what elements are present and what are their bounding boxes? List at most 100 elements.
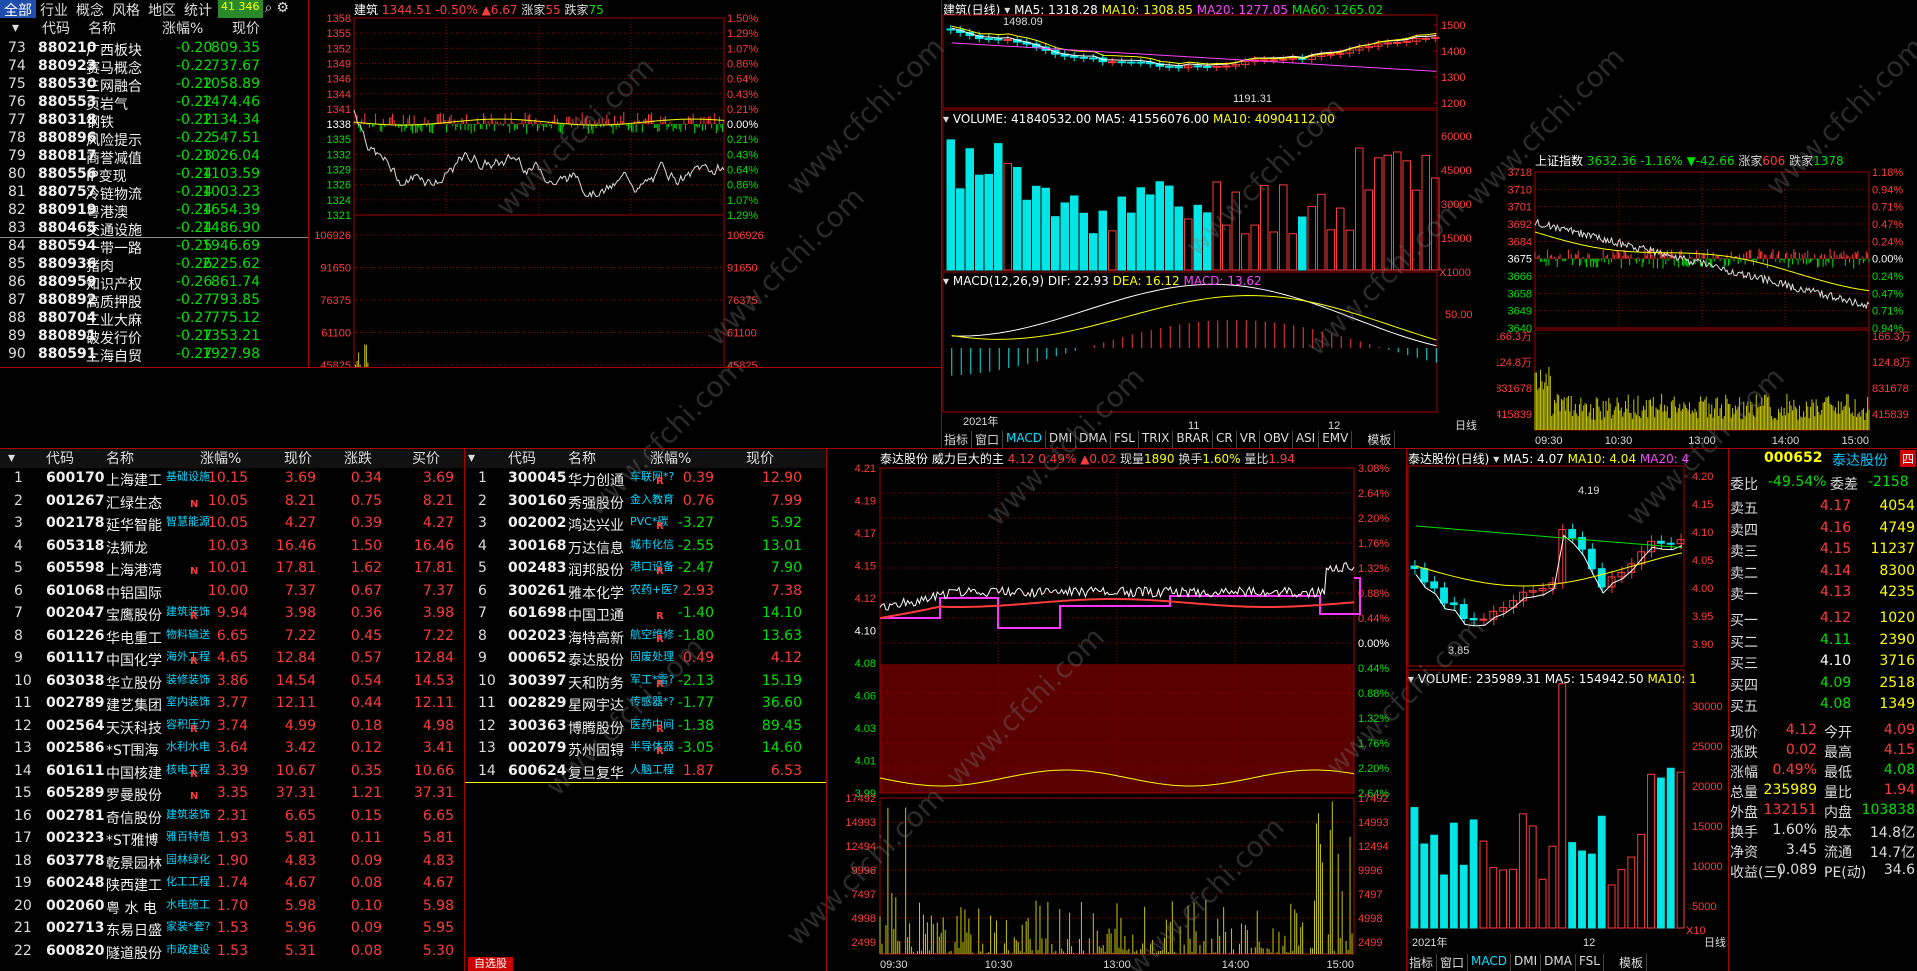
toolbar-item-dmi[interactable]: DMI xyxy=(1511,954,1542,971)
toolbar-item-brar[interactable]: BRAR xyxy=(1173,431,1214,448)
bid-level[interactable]: 买五 4.08 1349 xyxy=(1728,694,1917,716)
table-row[interactable]: 10 300397 天和防务 军工*雷? R -2.13 15.19 xyxy=(464,671,826,693)
table-row[interactable]: 22 600820 隧道股份 市政建设 1.53 5.31 0.08 5.30 xyxy=(0,941,464,963)
table-row[interactable]: 2 001267 汇绿生态 N 10.05 8.21 0.75 8.21 xyxy=(0,491,464,513)
table-row[interactable]: 77 880318 钢铁 -0.22 1134.34 xyxy=(0,112,308,131)
col-code[interactable]: 代码 xyxy=(42,18,70,38)
toolbar-item-dma[interactable]: DMA xyxy=(1541,954,1576,971)
table-row[interactable]: 87 880892 高质押股 -0.27 793.85 xyxy=(0,292,308,311)
table-row[interactable]: 18 603778 乾景园林 园林绿化 1.90 4.83 0.09 4.83 xyxy=(0,851,464,873)
ask-level[interactable]: 卖五 4.17 4054 xyxy=(1728,496,1917,518)
toolbar-item-dmi[interactable]: DMI xyxy=(1046,431,1077,448)
toolbar-item-窗口[interactable]: 窗口 xyxy=(1437,954,1469,971)
table-row[interactable]: 80 880556 IP变现 -0.24 1103.59 xyxy=(0,166,308,185)
tab-stats[interactable]: 统计 xyxy=(180,0,216,19)
tab-style[interactable]: 风格 xyxy=(108,0,144,19)
table-row[interactable]: 73 880210 广西板块 -0.20 809.35 xyxy=(0,40,308,59)
bid-level[interactable]: 买一 4.12 1020 xyxy=(1728,608,1917,630)
table-row[interactable]: 15 605289 罗曼股份 N 3.35 37.31 1.21 37.31 xyxy=(0,783,464,805)
ask-level[interactable]: 卖三 4.15 11237 xyxy=(1728,539,1917,561)
table-row[interactable]: 9 000652 泰达股份 固废处理 0.49 4.12 xyxy=(464,648,826,670)
table-row[interactable]: 4 300168 万达信息 城市化信 -2.55 13.01 xyxy=(464,536,826,558)
toolbar-item-emv[interactable]: EMV xyxy=(1319,431,1353,448)
gear-icon[interactable]: ⚙ xyxy=(274,0,291,18)
tab-all[interactable]: 全部 xyxy=(0,0,36,19)
col-code[interactable]: 代码 xyxy=(508,448,536,468)
tab-region[interactable]: 地区 xyxy=(144,0,180,19)
table-row[interactable]: 8 002023 海特高新 航空维修 R -1.80 13.63 xyxy=(464,626,826,648)
table-row[interactable]: 13 002079 苏州固锝 半导体器 R -3.05 14.60 xyxy=(464,738,826,760)
table-row[interactable]: 90 880591 上海自贸 -0.27 1927.98 xyxy=(0,346,308,365)
table-row[interactable]: 12 002564 天沃科技 容积压力 R 3.74 4.99 0.18 4.98 xyxy=(0,716,464,738)
sort-arrow-icon[interactable]: ▾ xyxy=(468,450,475,466)
chevron-down-icon[interactable]: ▾ xyxy=(1408,672,1414,686)
col-name[interactable]: 名称 xyxy=(106,448,134,468)
col-diff[interactable]: 涨跌 xyxy=(344,448,372,468)
table-row[interactable]: 4 605318 法狮龙 10.03 16.46 1.50 16.46 xyxy=(0,536,464,558)
table-row[interactable]: 9 601117 中国化学 海外工程 R 4.65 12.84 0.57 12.84 xyxy=(0,648,464,670)
bid-level[interactable]: 买四 4.09 2518 xyxy=(1728,673,1917,695)
col-price[interactable]: 现价 xyxy=(284,448,312,468)
sector-intraday-chart[interactable]: 建筑 1344.51 -0.50% ▲6.67 涨家55 跌家75 1358 13… xyxy=(309,0,769,367)
ask-level[interactable]: 卖二 4.14 8300 xyxy=(1728,561,1917,583)
table-row[interactable]: 5 605598 上海港湾 N 10.01 17.81 1.62 17.81 xyxy=(0,558,464,580)
col-chg[interactable]: 涨幅% xyxy=(200,448,241,468)
table-row[interactable]: 10 603038 华立股份 装修装饰 3.86 14.54 0.54 14.53 xyxy=(0,671,464,693)
table-row[interactable]: 21 002713 东易日盛 家装*套? 1.53 5.96 0.09 5.95 xyxy=(0,918,464,940)
table-row[interactable]: 20 002060 粤 水 电水电施工 1.70 5.98 0.10 5.98 xyxy=(0,896,464,918)
toolbar-item-macd[interactable]: MACD xyxy=(1468,954,1512,971)
index-chart[interactable]: 上证指数 3632.36 -1.16% ▼-42.66 涨家606 跌家1378… xyxy=(1497,150,1917,448)
chevron-down-icon[interactable]: ▾ xyxy=(943,112,949,126)
table-row[interactable]: 16 002781 奇信股份 建筑装饰 2.31 6.65 0.15 6.65 xyxy=(0,806,464,828)
sector-daily-chart[interactable]: 建筑(日线) ▾ MA5: 1318.28 MA10: 1308.85 MA20… xyxy=(941,0,1497,448)
ask-level[interactable]: 卖四 4.16 4749 xyxy=(1728,518,1917,540)
table-row[interactable]: 78 880896 风险提示 -0.22 547.51 xyxy=(0,130,308,149)
toolbar-item-dma[interactable]: DMA xyxy=(1076,431,1111,448)
table-row[interactable]: 11 002789 建艺集团 室内装饰 3.77 12.11 0.44 12.11 xyxy=(0,693,464,715)
bid-level[interactable]: 买三 4.10 3716 xyxy=(1728,651,1917,673)
tab-industry[interactable]: 行业 xyxy=(36,0,72,19)
toolbar-item-obv[interactable]: OBV xyxy=(1260,431,1293,448)
table-row[interactable]: 5 002483 润邦股份 港口设备 R -2.47 7.90 xyxy=(464,558,826,580)
table-row[interactable]: 3 002178 延华智能 智慧能源 10.05 4.27 0.39 4.27 xyxy=(0,513,464,535)
chevron-down-icon[interactable]: ▾ xyxy=(943,274,949,288)
col-price[interactable]: 现价 xyxy=(746,448,774,468)
toolbar-item-fsl[interactable]: FSL xyxy=(1576,954,1604,971)
toolbar-template[interactable]: 模板 xyxy=(1616,954,1647,971)
toolbar-item-asi[interactable]: ASI xyxy=(1293,431,1320,448)
table-row[interactable]: 75 880530 三网融合 -0.22 1058.89 xyxy=(0,76,308,95)
table-row[interactable]: 84 880594 一带一路 -0.25 1946.69 xyxy=(0,238,308,257)
table-row[interactable]: 7 601698 中国卫通 R -1.40 14.10 xyxy=(464,603,826,625)
col-name[interactable]: 名称 xyxy=(568,448,596,468)
table-row[interactable]: 74 880923 赛马概念 -0.22 737.67 xyxy=(0,58,308,77)
table-row[interactable]: 6 300261 雅本化学 农药+医? 2.93 7.38 xyxy=(464,581,826,603)
toolbar-item-fsl[interactable]: FSL xyxy=(1111,431,1139,448)
table-row[interactable]: 83 880465 交通设施 -0.24 1486.90 xyxy=(0,220,308,239)
table-row[interactable]: 3 002002 鸿达兴业 PVC*碳 R -3.27 5.92 xyxy=(464,513,826,535)
toolbar-item-指标[interactable]: 指标 xyxy=(941,431,973,448)
table-row[interactable]: 81 880757 冷链物流 -0.24 1003.23 xyxy=(0,184,308,203)
table-row[interactable]: 2 300160 秀强股份 金入教育 0.76 7.99 xyxy=(464,491,826,513)
table-row[interactable]: 8 601226 华电重工 物料输送 6.65 7.22 0.45 7.22 xyxy=(0,626,464,648)
toolbar-item-窗口[interactable]: 窗口 xyxy=(972,431,1004,448)
col-bid[interactable]: 买价 xyxy=(412,448,440,468)
table-row[interactable]: 1 300045 华力创通 车联网*? R 0.39 12.90 xyxy=(464,468,826,490)
tab-four[interactable]: 四 xyxy=(1900,450,1917,467)
sort-arrow-icon[interactable]: ▾ xyxy=(12,20,19,36)
table-row[interactable]: 14 600624 复旦复华 人脑工程 1.87 6.53 xyxy=(464,761,826,783)
col-price[interactable]: 现价 xyxy=(232,18,260,38)
table-row[interactable]: 13 002586 *ST围海 水利水电 3.64 3.42 0.12 3.41 xyxy=(0,738,464,760)
stock-daily-chart[interactable]: 泰达股份(日线) ▾ MA5: 4.07 MA10: 4.04 MA20: 4 … xyxy=(1406,448,1728,971)
toolbar-item-macd[interactable]: MACD xyxy=(1003,431,1047,448)
search-icon[interactable]: ⌕ xyxy=(263,0,275,18)
tab-watchlist[interactable]: 自选股 xyxy=(468,957,513,971)
table-row[interactable]: 88 880704 工业大麻 -0.27 775.12 xyxy=(0,310,308,329)
col-name[interactable]: 名称 xyxy=(88,18,116,38)
toolbar-item-cr[interactable]: CR xyxy=(1213,431,1237,448)
toolbar-item-指标[interactable]: 指标 xyxy=(1406,954,1438,971)
table-row[interactable]: 89 880891 破发行价 -0.27 1353.21 xyxy=(0,328,308,347)
toolbar-item-vr[interactable]: VR xyxy=(1237,431,1261,448)
table-row[interactable]: 1 600170 上海建工 基础设施 10.15 3.69 0.34 3.69 xyxy=(0,468,464,490)
table-row[interactable]: 79 880817 商誉减值 -0.23 1026.04 xyxy=(0,148,308,167)
toolbar-item-trix[interactable]: TRIX xyxy=(1139,431,1174,448)
